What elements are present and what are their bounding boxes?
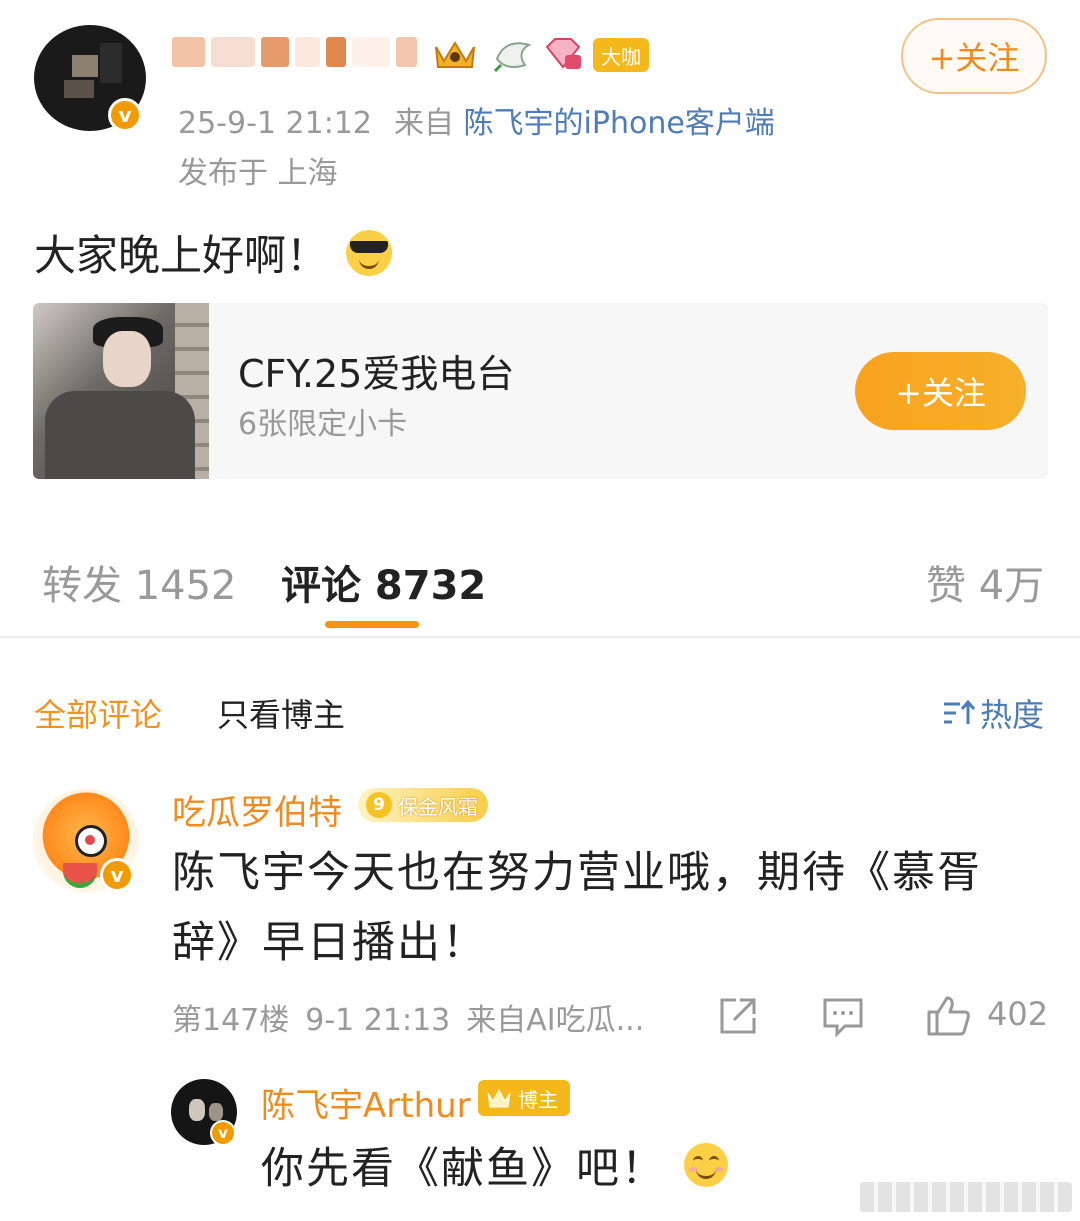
- diamond-level-icon: [540, 34, 586, 74]
- comment-floor: 第147楼: [172, 1003, 290, 1038]
- tab-reposts[interactable]: 转发 1452: [42, 553, 237, 611]
- post-source-prefix: 来自: [394, 106, 454, 141]
- post-meta: 25-9-1 21:12 来自 陈飞宇的iPhone客户端: [178, 98, 775, 142]
- smile-emoji-icon: [684, 1143, 728, 1187]
- replier-username[interactable]: 陈飞宇Arthur: [261, 1078, 471, 1127]
- comment-time: 9-1 21:13: [305, 1003, 451, 1038]
- filter-owner-only[interactable]: 只看博主: [217, 690, 345, 736]
- tab-likes[interactable]: 赞 4万: [926, 553, 1044, 611]
- follow-button[interactable]: +关注: [901, 18, 1047, 94]
- filter-all-comments[interactable]: 全部评论: [34, 690, 162, 736]
- verified-icon: v: [100, 858, 134, 892]
- verified-icon: v: [108, 98, 142, 132]
- commenter-username[interactable]: 吃瓜罗伯特: [172, 785, 342, 834]
- post-text: 大家晚上好啊！: [34, 231, 329, 280]
- crown-icon: [487, 1088, 511, 1108]
- comment-meta: 第147楼 9-1 21:13 来自AI吃瓜...: [172, 995, 644, 1039]
- comment-source: 来自AI吃瓜...: [466, 1003, 645, 1038]
- post-date: 25-9-1 21:12: [178, 106, 372, 141]
- author-badge: 博主: [478, 1080, 570, 1116]
- post-body: 大家晚上好啊！: [34, 222, 393, 283]
- card-follow-button[interactable]: +关注: [855, 352, 1026, 430]
- sort-button[interactable]: 热度: [942, 690, 1044, 736]
- author-badge-label: 博主: [518, 1087, 558, 1112]
- active-tab-indicator: [325, 621, 419, 628]
- card-thumbnail: [33, 303, 209, 479]
- reply-body: 你先看《献鱼》吧！: [261, 1134, 728, 1196]
- card-subtitle: 6张限定小卡: [238, 407, 408, 442]
- tabs-divider: [0, 636, 1080, 638]
- post-source-link[interactable]: 陈飞宇的iPhone客户端: [464, 106, 775, 141]
- linked-card[interactable]: CFY.25爱我电台 6张限定小卡 +关注: [33, 303, 1048, 479]
- thumbs-up-icon[interactable]: [925, 994, 970, 1038]
- like-count: 402: [987, 995, 1049, 1033]
- tab-comments[interactable]: 评论 8732: [281, 553, 486, 611]
- sort-label: 热度: [980, 696, 1045, 734]
- verified-icon: v: [210, 1120, 236, 1146]
- crown-level-icon: [432, 34, 478, 74]
- watermark: [860, 1182, 1072, 1212]
- poster-username-redacted[interactable]: [172, 34, 417, 70]
- sort-icon: [944, 699, 976, 724]
- fan-level-number: 9: [366, 792, 392, 818]
- share-icon[interactable]: [716, 994, 760, 1038]
- card-title: CFY.25爱我电台: [238, 352, 515, 396]
- fan-badge-label: 保金风霜: [398, 794, 478, 819]
- fan-level-badge: 9 保金风霜: [358, 788, 488, 822]
- cool-sunglasses-emoji-icon: [346, 229, 393, 276]
- dove-icon: [490, 34, 536, 74]
- vip-badge: 大咖: [593, 38, 649, 72]
- reply-text: 你先看《献鱼》吧！: [261, 1144, 666, 1194]
- post-location: 发布于 上海: [178, 156, 338, 191]
- reply-icon[interactable]: [821, 994, 865, 1038]
- comment-text: 陈飞宇今天也在努力营业哦，期待《慕胥辞》早日播出！: [172, 848, 982, 968]
